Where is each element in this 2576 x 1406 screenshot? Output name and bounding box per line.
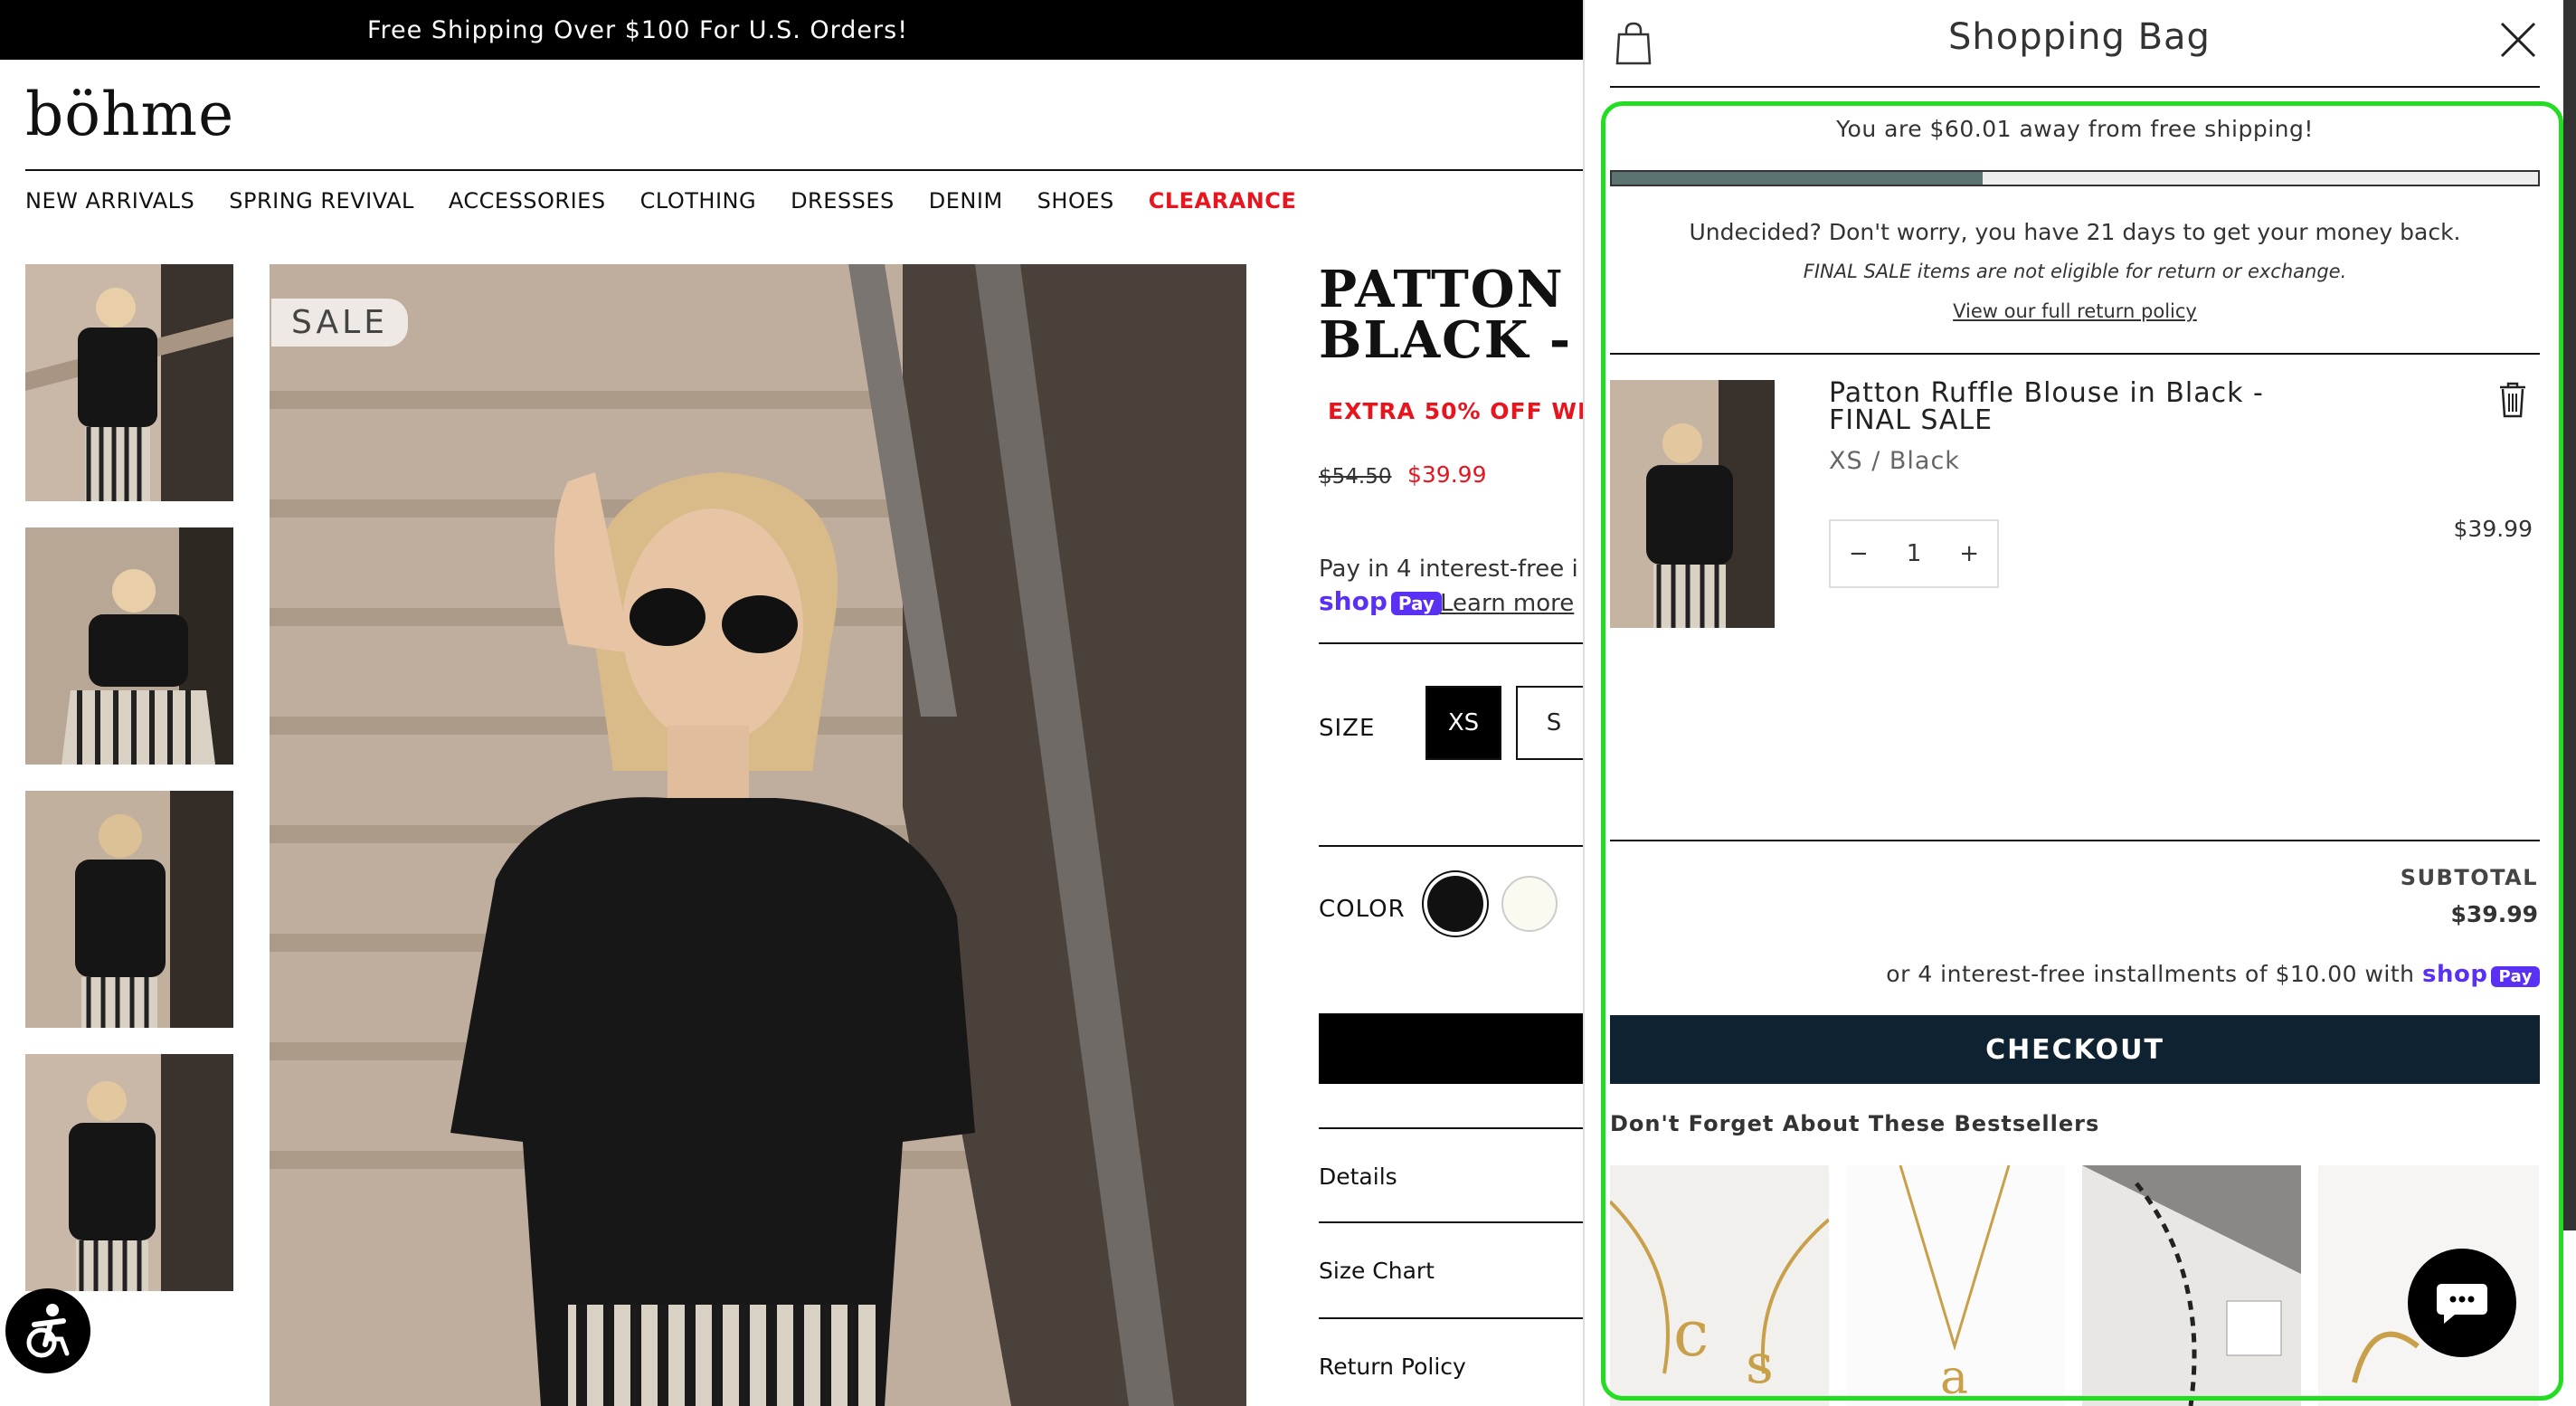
- cart-item-photo: [1610, 380, 1775, 628]
- shop-pay-logo: shop Pay: [1319, 586, 1442, 616]
- drawer-divider: [1610, 840, 2540, 841]
- nav-item-shoes[interactable]: SHOES: [1037, 188, 1114, 214]
- info-divider: [1319, 845, 1590, 847]
- thumbnail-photo: [25, 527, 233, 765]
- info-divider: [1319, 1317, 1590, 1319]
- bestseller-photo: a: [1846, 1165, 2065, 1406]
- promo-text: EXTRA 50% OFF WITH: [1328, 398, 1624, 424]
- cart-title: Shopping Bag: [1948, 16, 2211, 58]
- original-price: $54.50: [1319, 465, 1392, 489]
- quantity-increase-button[interactable]: +: [1959, 540, 1979, 567]
- installments-text: or 4 interest-free installments of $10.0…: [1610, 961, 2540, 988]
- nav-item-accessories[interactable]: ACCESSORIES: [449, 188, 606, 214]
- pay-in-4-text: Pay in 4 interest-free i: [1319, 556, 1578, 583]
- sale-price: $39.99: [1407, 461, 1487, 488]
- accessibility-button[interactable]: [5, 1288, 90, 1373]
- add-to-bag-button[interactable]: [1319, 1013, 1590, 1084]
- size-option-s[interactable]: S: [1516, 686, 1590, 760]
- product-main-image[interactable]: [270, 264, 1246, 1406]
- color-swatch-cream[interactable]: [1501, 876, 1558, 932]
- product-thumbnail-1[interactable]: [25, 264, 233, 501]
- bestseller-item-3[interactable]: [2082, 1165, 2301, 1406]
- learn-more-link[interactable]: Learn more: [1440, 590, 1574, 617]
- free-shipping-message: You are $60.01 away from free shipping!: [1836, 116, 2314, 142]
- nav-item-clothing[interactable]: CLOTHING: [640, 188, 757, 214]
- nav-item-denim[interactable]: DENIM: [929, 188, 1003, 214]
- checkout-button[interactable]: CHECKOUT: [1610, 1015, 2540, 1084]
- trash-icon[interactable]: [2496, 380, 2529, 418]
- chat-icon: [2437, 1284, 2487, 1324]
- info-divider: [1319, 1127, 1590, 1129]
- accordion-return-policy[interactable]: Return Policy: [1319, 1354, 1466, 1380]
- drawer-divider: [1610, 353, 2540, 355]
- bestseller-photo: [2082, 1165, 2301, 1406]
- main-photo: [270, 264, 1246, 1406]
- cart-item-price: $39.99: [2453, 516, 2533, 542]
- subtotal-value: $39.99: [2450, 901, 2538, 927]
- color-swatch-black[interactable]: [1427, 876, 1483, 932]
- nav-item-new-arrivals[interactable]: NEW ARRIVALS: [25, 188, 194, 214]
- nav-item-dresses[interactable]: DRESSES: [791, 188, 895, 214]
- shop-pay-pill: Pay: [2491, 966, 2540, 987]
- header-divider: [25, 169, 1583, 171]
- brand-logo[interactable]: böhme: [25, 80, 234, 149]
- info-divider: [1319, 1221, 1590, 1223]
- info-divider: [1319, 642, 1590, 644]
- final-sale-note: FINAL SALE items are not eligible for re…: [1803, 261, 2347, 282]
- main-nav: NEW ARRIVALS SPRING REVIVAL ACCESSORIES …: [25, 188, 1296, 214]
- drawer-divider: [1610, 86, 2540, 88]
- quantity-value[interactable]: 1: [1907, 540, 1922, 567]
- drawer-scrollbar[interactable]: [2563, 0, 2576, 1230]
- chat-button[interactable]: [2408, 1249, 2516, 1357]
- accessibility-icon: [26, 1304, 70, 1358]
- announcement-text: Free Shipping Over $100 For U.S. Orders!: [366, 15, 909, 44]
- return-policy-link[interactable]: View our full return policy: [1610, 300, 2540, 322]
- nav-item-spring-revival[interactable]: SPRING REVIVAL: [229, 188, 414, 214]
- product-thumbnail-4[interactable]: [25, 1054, 233, 1291]
- cart-item-variant: XS / Black: [1829, 447, 1960, 475]
- thumbnail-photo: [25, 791, 233, 1028]
- subtotal-label: SUBTOTAL: [2400, 865, 2538, 890]
- accordion-details[interactable]: Details: [1319, 1164, 1397, 1190]
- shipping-progress-bar: [1610, 170, 2540, 186]
- close-icon[interactable]: [2498, 20, 2538, 60]
- bestseller-item-1[interactable]: c s: [1610, 1165, 1829, 1406]
- cart-item-name[interactable]: Patton Ruffle Blouse in Black - FINAL SA…: [1829, 380, 2264, 434]
- installments-label: or 4 interest-free installments of $10.0…: [1886, 961, 2415, 987]
- thumbnail-photo: [25, 1054, 233, 1291]
- announcement-bar: Free Shipping Over $100 For U.S. Orders!: [0, 0, 1583, 60]
- shop-logo-text: shop: [2421, 961, 2488, 988]
- size-label: SIZE: [1319, 715, 1376, 742]
- shop-pay-pill: Pay: [1390, 592, 1442, 615]
- cart-item-image[interactable]: [1610, 380, 1775, 628]
- pendant-letter: a: [1940, 1351, 1968, 1405]
- quantity-stepper: − 1 +: [1829, 519, 1999, 588]
- accordion-size-chart[interactable]: Size Chart: [1319, 1258, 1435, 1284]
- size-option-xs[interactable]: XS: [1425, 686, 1501, 760]
- color-label: COLOR: [1319, 896, 1406, 923]
- pay-in-4-label: Pay in 4 interest-free i: [1319, 556, 1578, 583]
- nav-item-clearance[interactable]: CLEARANCE: [1149, 188, 1297, 214]
- thumbnail-photo: [25, 264, 233, 501]
- shop-logo-text: shop: [1319, 586, 1387, 616]
- bestseller-item-2[interactable]: a: [1846, 1165, 2065, 1406]
- product-thumbnail-2[interactable]: [25, 527, 233, 765]
- quantity-decrease-button[interactable]: −: [1849, 540, 1869, 567]
- bestseller-photo: c s: [1610, 1165, 1829, 1406]
- pendant-letter: c: [1673, 1297, 1709, 1371]
- return-guarantee-text: Undecided? Don't worry, you have 21 days…: [1689, 219, 2461, 245]
- pendant-letter: s: [1746, 1333, 1774, 1396]
- shipping-progress-fill: [1612, 172, 1983, 185]
- bestsellers-title: Don't Forget About These Bestsellers: [1610, 1111, 2100, 1136]
- product-thumbnail-3[interactable]: [25, 791, 233, 1028]
- sale-badge: SALE: [271, 299, 408, 347]
